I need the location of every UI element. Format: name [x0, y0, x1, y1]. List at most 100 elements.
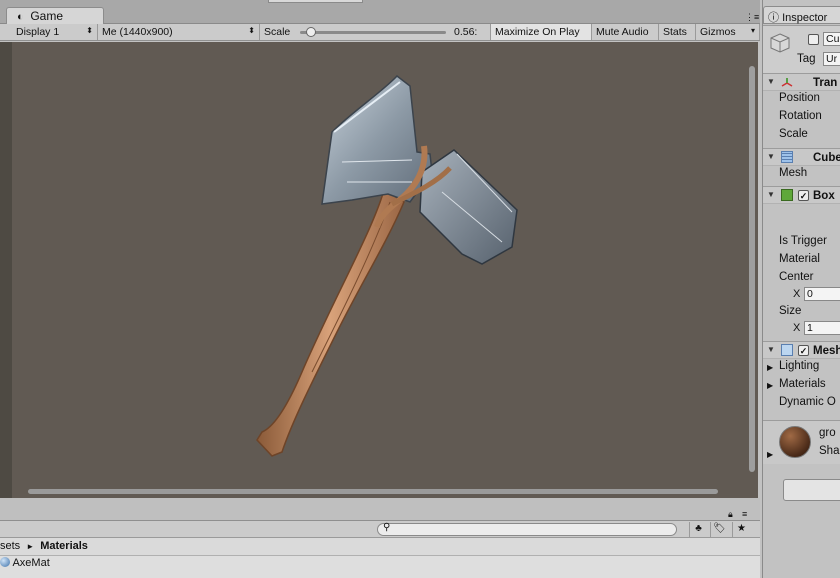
- size-label: Size: [779, 305, 802, 317]
- tag-dropdown[interactable]: Ur: [823, 52, 840, 66]
- scale-label: Scale: [779, 128, 808, 140]
- cube-icon: [770, 33, 790, 53]
- tab-inspector[interactable]: ⓘ Inspector: [763, 6, 840, 24]
- viewport-horizontal-scrollbar[interactable]: [28, 489, 718, 494]
- box-collider-title: Box: [813, 190, 835, 202]
- game-tab-bar: ◐ Game ⋮≡: [0, 0, 760, 24]
- size-x-field[interactable]: 1: [804, 321, 840, 335]
- maximize-on-play-label: Maximize On Play: [495, 26, 580, 38]
- inspector-panel: ⓘ Inspector Cu Tag Ur ▼ Tran Position Ro…: [762, 0, 840, 578]
- gizmos-dropdown[interactable]: Gizmos ▾: [696, 24, 760, 40]
- expand-triangle-icon: ▼: [767, 345, 775, 354]
- tab-game[interactable]: ◐ Game: [6, 7, 104, 24]
- material-preview-sphere: [779, 426, 811, 458]
- mute-audio-toggle[interactable]: Mute Audio: [592, 24, 659, 40]
- collapsed-triangle-icon[interactable]: ▶: [767, 381, 773, 390]
- material-label: Material: [779, 253, 820, 265]
- mesh-renderer-enabled-checkbox[interactable]: ✓: [798, 345, 809, 356]
- center-x-field[interactable]: 0: [804, 287, 840, 301]
- transform-header[interactable]: ▼ Tran: [763, 73, 840, 91]
- display-dropdown[interactable]: Display 1 ⬍: [12, 24, 98, 40]
- active-checkbox[interactable]: [808, 34, 819, 45]
- material-sphere-icon: [0, 557, 10, 567]
- game-toolbar: Display 1 ⬍ Me (1440x900) ⬍ Scale 0.56: …: [0, 24, 760, 41]
- lighting-label[interactable]: Lighting: [779, 360, 840, 376]
- scale-slider-thumb[interactable]: [306, 27, 317, 37]
- axe-model-render: [256, 74, 518, 457]
- tab-game-label: Game: [30, 9, 64, 23]
- is-trigger-label: Is Trigger: [779, 235, 827, 247]
- resolution-dropdown-label: Me (1440x900): [102, 26, 173, 38]
- game-view-icon: ◐: [17, 11, 24, 23]
- panel-menu-icon[interactable]: ≡: [742, 509, 747, 519]
- breadcrumb-assets[interactable]: sets: [0, 540, 20, 552]
- gizmos-label: Gizmos: [700, 26, 736, 38]
- mesh-renderer-icon: [781, 344, 793, 356]
- project-search-input[interactable]: ⚲: [377, 522, 677, 536]
- expand-triangle-icon: ▼: [767, 152, 775, 161]
- scale-control: Scale 0.56:: [260, 24, 491, 40]
- info-icon: ⓘ: [768, 12, 779, 24]
- materials-label[interactable]: Materials: [779, 378, 840, 394]
- expand-triangle-icon: ▼: [767, 77, 775, 86]
- game-panel-bottom: 🔒︎ ≡: [0, 498, 760, 520]
- center-label: Center: [779, 271, 814, 283]
- asset-name: AxeMat: [12, 557, 50, 569]
- position-label: Position: [779, 92, 820, 104]
- dropdown-arrow-icon: ⬍: [248, 26, 255, 35]
- scale-value: 0.56:: [454, 26, 478, 38]
- scale-label: Scale: [264, 26, 291, 38]
- dropdown-arrow-icon: ⬍: [86, 26, 93, 35]
- breadcrumb: sets ► Materials: [0, 538, 760, 556]
- dropdown-arrow-icon: ▾: [750, 26, 755, 35]
- scale-slider-track[interactable]: [300, 31, 446, 34]
- stats-toggle[interactable]: Stats: [659, 24, 696, 40]
- box-collider-header[interactable]: ▼ ✓ Box: [763, 186, 840, 204]
- game-viewport[interactable]: [12, 42, 758, 498]
- top-toolbar-edge: [268, 0, 363, 3]
- list-item[interactable]: AxeMat: [0, 557, 50, 573]
- viewport-vertical-scrollbar[interactable]: [749, 66, 755, 472]
- resolution-dropdown[interactable]: Me (1440x900) ⬍: [98, 24, 260, 40]
- tab-menu-icon[interactable]: ⋮≡: [745, 12, 759, 23]
- mesh-renderer-title: Mesh: [813, 345, 840, 357]
- shader-label: Sha: [819, 445, 840, 457]
- stats-label: Stats: [663, 26, 687, 38]
- maximize-on-play-toggle[interactable]: Maximize On Play: [491, 24, 592, 40]
- center-x-label: X: [793, 288, 801, 300]
- project-toolbar: ⚲ ♣ 🏷︎ ★: [0, 520, 760, 538]
- mesh-filter-header[interactable]: ▼ Cube: [763, 148, 840, 166]
- mesh-label: Mesh: [779, 167, 808, 179]
- material-name: gro: [819, 427, 836, 439]
- tag-label: Tag: [797, 53, 816, 65]
- filter-by-label-icon[interactable]: 🏷︎: [710, 522, 728, 537]
- expand-triangle-icon: ▼: [767, 190, 775, 199]
- mute-audio-label: Mute Audio: [596, 26, 649, 38]
- collapsed-triangle-icon[interactable]: ▶: [767, 363, 773, 372]
- mesh-filter-title: Cube: [813, 152, 840, 164]
- transform-title: Tran: [813, 77, 838, 89]
- dynamic-occluded-label: Dynamic O: [779, 396, 836, 408]
- viewport-horizontal-scroll-area: [12, 484, 752, 498]
- asset-list: AxeMat: [0, 556, 760, 578]
- material-section: gro ▶ Sha: [763, 420, 840, 464]
- favorites-star-icon[interactable]: ★: [732, 522, 750, 537]
- box-collider-enabled-checkbox[interactable]: ✓: [798, 190, 809, 201]
- tab-inspector-label: Inspector: [782, 12, 828, 24]
- add-component-button[interactable]: [783, 479, 840, 501]
- lock-icon[interactable]: 🔒︎: [728, 509, 733, 520]
- left-panel-edge: [0, 42, 12, 498]
- object-header: Cu Tag Ur: [763, 25, 840, 73]
- filter-by-type-icon[interactable]: ♣: [689, 522, 707, 537]
- collapsed-triangle-icon[interactable]: ▶: [767, 450, 773, 459]
- mesh-filter-icon: [781, 151, 793, 163]
- box-collider-icon: [781, 189, 793, 201]
- rotation-label: Rotation: [779, 110, 822, 122]
- breadcrumb-materials[interactable]: Materials: [40, 540, 88, 552]
- object-name-field[interactable]: Cu: [823, 32, 840, 46]
- mesh-renderer-header[interactable]: ▼ ✓ Mesh: [763, 341, 840, 359]
- display-dropdown-label: Display 1: [16, 26, 60, 38]
- size-x-label: X: [793, 322, 801, 334]
- transform-icon: [781, 78, 793, 87]
- search-icon: ⚲: [383, 522, 391, 533]
